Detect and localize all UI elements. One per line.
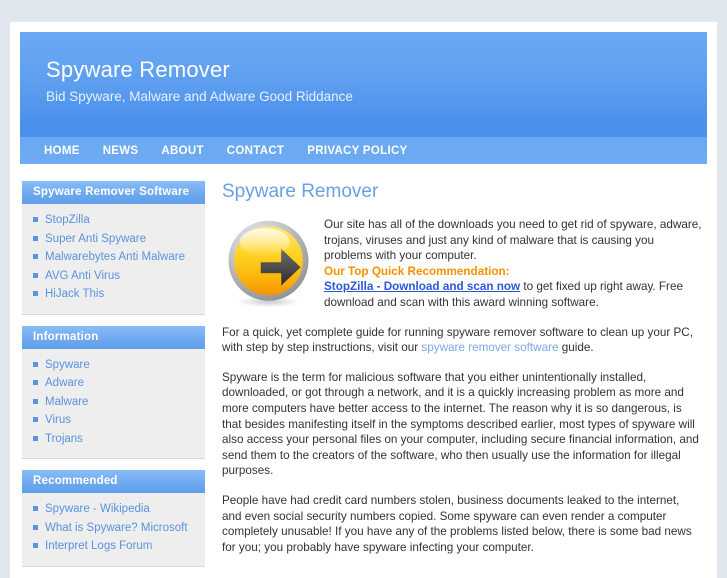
spyware-definition-paragraph: Spyware is the term for malicious softwa…: [222, 370, 699, 478]
main-content: Spyware Remover Our site has all of the …: [222, 181, 705, 569]
recommendation-label: Our Top Quick Recommendation:: [324, 264, 510, 278]
sidebar-item-virus[interactable]: Virus: [45, 414, 71, 426]
sidebar-box-title: Information: [22, 325, 205, 349]
list-item[interactable]: Adware: [22, 375, 205, 391]
sidebar-item-stopzilla[interactable]: StopZilla: [45, 214, 90, 226]
list-item[interactable]: Malwarebytes Anti Malware: [22, 249, 205, 265]
list-item[interactable]: AVG Anti Virus: [22, 268, 205, 284]
consequences-paragraph: People have had credit card numbers stol…: [222, 493, 692, 554]
list-item[interactable]: Interpret Logs Forum: [22, 538, 205, 554]
sidebar-list: Spyware - Wikipedia What is Spyware? Mic…: [22, 493, 205, 566]
sidebar-item-super-anti-spyware[interactable]: Super Anti Spyware: [45, 233, 146, 245]
nav-item-home[interactable]: HOME: [44, 145, 80, 157]
nav-item-privacy-policy[interactable]: PRIVACY POLICY: [307, 145, 407, 157]
sidebar-box-title: Spyware Remover Software: [22, 181, 205, 204]
yellow-arrow-right-icon: [228, 220, 309, 308]
list-item[interactable]: Spyware - Wikipedia: [22, 501, 205, 517]
list-item[interactable]: StopZilla: [22, 212, 205, 228]
site-title: Spyware Remover: [46, 57, 230, 82]
list-item[interactable]: Spyware: [22, 357, 205, 373]
sidebar-item-trojans[interactable]: Trojans: [45, 433, 83, 445]
sidebar: Spyware Remover Software StopZilla Super…: [22, 181, 205, 578]
nav-item-news[interactable]: NEWS: [103, 145, 139, 157]
sidebar-box-recommended: Recommended Spyware - Wikipedia What is …: [22, 470, 205, 567]
sidebar-list: StopZilla Super Anti Spyware Malwarebyte…: [22, 204, 205, 314]
stopzilla-cta-link[interactable]: StopZilla - Download and scan now: [324, 280, 520, 293]
intro-paragraph-text: Our site has all of the downloads you ne…: [324, 218, 702, 263]
page-title: Spyware Remover: [222, 181, 379, 202]
list-item[interactable]: Virus: [22, 412, 205, 428]
site-tagline: Bid Spyware, Malware and Adware Good Rid…: [46, 89, 353, 104]
nav-item-contact[interactable]: CONTACT: [227, 145, 284, 157]
sidebar-item-hijack-this[interactable]: HiJack This: [45, 288, 104, 300]
sidebar-item-malware[interactable]: Malware: [45, 396, 88, 408]
sidebar-box-spyware-remover-software: Spyware Remover Software StopZilla Super…: [22, 181, 205, 315]
sidebar-box-information: Information Spyware Adware Malware Virus…: [22, 325, 205, 459]
sidebar-list: Spyware Adware Malware Virus Trojans: [22, 349, 205, 459]
intro-block: Our site has all of the downloads you ne…: [222, 217, 702, 325]
guide-paragraph-post: guide.: [558, 341, 594, 355]
content-row: Spyware Remover Software StopZilla Super…: [10, 164, 717, 578]
list-item[interactable]: Super Anti Spyware: [22, 231, 205, 247]
site-header: Spyware Remover Bid Spyware, Malware and…: [20, 32, 707, 137]
main-navigation: HOME NEWS ABOUT CONTACT PRIVACY POLICY: [20, 137, 707, 164]
page-container: Spyware Remover Bid Spyware, Malware and…: [10, 22, 717, 578]
intro-text: Our site has all of the downloads you ne…: [324, 217, 702, 325]
list-item[interactable]: Malware: [22, 394, 205, 410]
nav-item-about[interactable]: ABOUT: [161, 145, 203, 157]
sidebar-item-spyware[interactable]: Spyware: [45, 359, 90, 371]
list-item[interactable]: HiJack This: [22, 286, 205, 302]
list-item[interactable]: Trojans: [22, 431, 205, 447]
guide-paragraph: For a quick, yet complete guide for runn…: [222, 325, 702, 356]
intro-paragraph: Our site has all of the downloads you ne…: [324, 217, 702, 311]
list-item[interactable]: What is Spyware? Microsoft: [22, 520, 205, 536]
sidebar-item-adware[interactable]: Adware: [45, 377, 84, 389]
sidebar-item-what-is-spyware-microsoft[interactable]: What is Spyware? Microsoft: [45, 522, 188, 534]
sidebar-item-interpret-logs-forum[interactable]: Interpret Logs Forum: [45, 540, 152, 552]
sidebar-item-spyware-wikipedia[interactable]: Spyware - Wikipedia: [45, 503, 150, 515]
sidebar-box-title: Recommended: [22, 470, 205, 493]
spyware-remover-software-link[interactable]: spyware remover software: [421, 341, 558, 354]
sidebar-item-avg-anti-virus[interactable]: AVG Anti Virus: [45, 270, 120, 282]
sidebar-item-malwarebytes-anti-malware[interactable]: Malwarebytes Anti Malware: [45, 251, 185, 263]
